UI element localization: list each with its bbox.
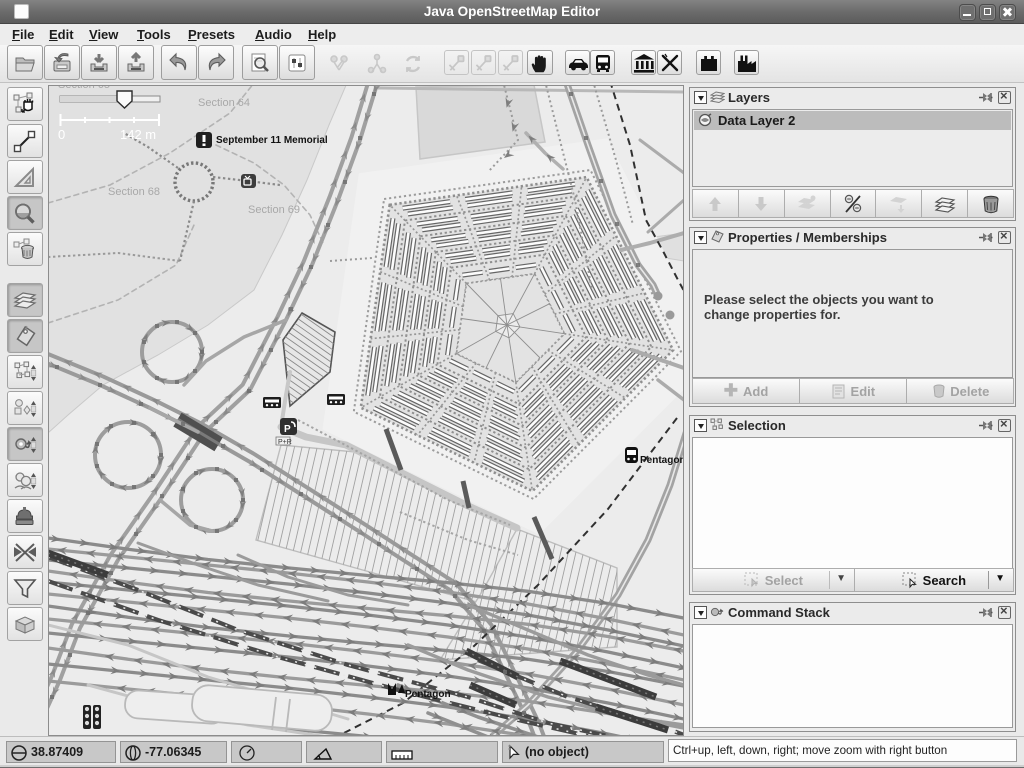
svg-text:September 11 Memorial: September 11 Memorial (216, 135, 328, 146)
svg-text:0: 0 (58, 127, 65, 142)
svg-text:Section 68: Section 68 (108, 186, 160, 198)
svg-text:Section 69: Section 69 (248, 204, 300, 216)
svg-text:Pentagon: Pentagon (405, 689, 451, 700)
svg-text:142 m: 142 m (120, 127, 156, 142)
svg-text:Section 64: Section 64 (198, 97, 250, 109)
svg-text:P+R: P+R (278, 439, 292, 446)
svg-text:Pentagon: Pentagon (640, 455, 684, 466)
svg-text:P: P (284, 424, 291, 435)
